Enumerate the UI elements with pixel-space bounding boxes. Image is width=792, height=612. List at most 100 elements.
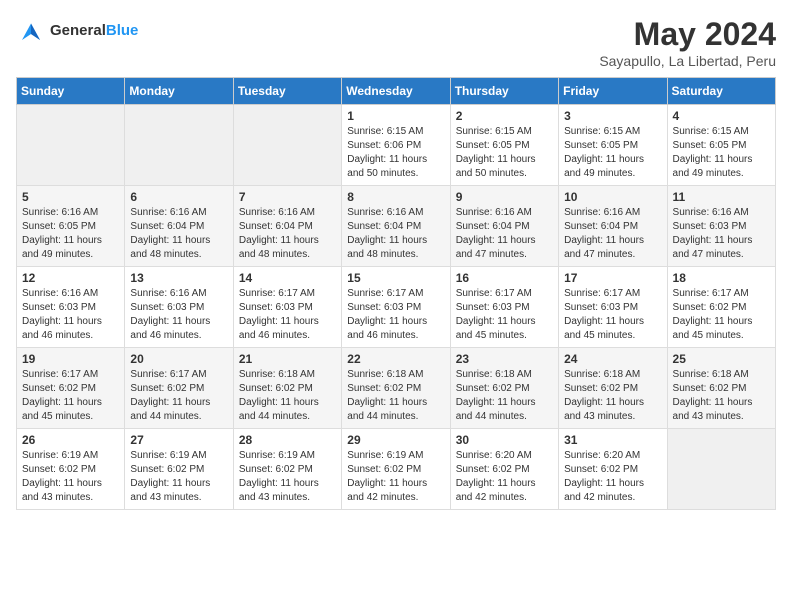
day-info: Sunrise: 6:15 AM Sunset: 6:05 PM Dayligh… <box>564 125 661 181</box>
weekday-header: Monday <box>125 78 233 105</box>
day-number: 6 <box>130 190 227 204</box>
day-info: Sunrise: 6:17 AM Sunset: 6:03 PM Dayligh… <box>564 287 661 343</box>
day-number: 12 <box>22 271 119 285</box>
calendar-cell: 12 Sunrise: 6:16 AM Sunset: 6:03 PM Dayli… <box>17 267 125 348</box>
day-info: Sunrise: 6:20 AM Sunset: 6:02 PM Dayligh… <box>564 449 661 505</box>
calendar-cell <box>233 105 341 186</box>
day-number: 21 <box>239 352 336 366</box>
day-info: Sunrise: 6:15 AM Sunset: 6:06 PM Dayligh… <box>347 125 444 181</box>
calendar-cell: 13 Sunrise: 6:16 AM Sunset: 6:03 PM Dayli… <box>125 267 233 348</box>
day-number: 16 <box>456 271 553 285</box>
logo: GeneralBlue <box>16 16 138 46</box>
calendar-cell: 2 Sunrise: 6:15 AM Sunset: 6:05 PM Daylig… <box>450 105 558 186</box>
day-number: 30 <box>456 433 553 447</box>
day-number: 28 <box>239 433 336 447</box>
calendar-cell: 30 Sunrise: 6:20 AM Sunset: 6:02 PM Dayli… <box>450 429 558 510</box>
day-info: Sunrise: 6:17 AM Sunset: 6:03 PM Dayligh… <box>239 287 336 343</box>
calendar-cell: 27 Sunrise: 6:19 AM Sunset: 6:02 PM Dayli… <box>125 429 233 510</box>
calendar-week-row: 26 Sunrise: 6:19 AM Sunset: 6:02 PM Dayli… <box>17 429 776 510</box>
calendar-cell: 25 Sunrise: 6:18 AM Sunset: 6:02 PM Dayli… <box>667 348 775 429</box>
day-number: 26 <box>22 433 119 447</box>
day-number: 23 <box>456 352 553 366</box>
day-info: Sunrise: 6:18 AM Sunset: 6:02 PM Dayligh… <box>564 368 661 424</box>
calendar-cell: 7Sunrise: 6:16 AM Sunset: 6:04 PM Daylig… <box>233 186 341 267</box>
day-info: Sunrise: 6:18 AM Sunset: 6:02 PM Dayligh… <box>456 368 553 424</box>
day-number: 29 <box>347 433 444 447</box>
calendar-week-row: 19 Sunrise: 6:17 AM Sunset: 6:02 PM Dayli… <box>17 348 776 429</box>
day-number: 17 <box>564 271 661 285</box>
title-block: May 2024 Sayapullo, La Libertad, Peru <box>599 16 776 69</box>
day-number: 24 <box>564 352 661 366</box>
day-info: Sunrise: 6:19 AM Sunset: 6:02 PM Dayligh… <box>239 449 336 505</box>
calendar-cell: 9Sunrise: 6:16 AM Sunset: 6:04 PM Daylig… <box>450 186 558 267</box>
day-info: Sunrise: 6:16 AM Sunset: 6:05 PM Dayligh… <box>22 206 119 262</box>
day-info: Sunrise: 6:18 AM Sunset: 6:02 PM Dayligh… <box>673 368 770 424</box>
day-info: Sunrise: 6:16 AM Sunset: 6:03 PM Dayligh… <box>130 287 227 343</box>
calendar-cell: 22Sunrise: 6:18 AM Sunset: 6:02 PM Dayli… <box>342 348 450 429</box>
calendar-cell: 5Sunrise: 6:16 AM Sunset: 6:05 PM Daylig… <box>17 186 125 267</box>
logo-icon <box>16 16 46 46</box>
weekday-header: Sunday <box>17 78 125 105</box>
day-info: Sunrise: 6:16 AM Sunset: 6:03 PM Dayligh… <box>22 287 119 343</box>
calendar-cell <box>125 105 233 186</box>
day-info: Sunrise: 6:17 AM Sunset: 6:03 PM Dayligh… <box>456 287 553 343</box>
calendar-cell: 18Sunrise: 6:17 AM Sunset: 6:02 PM Dayli… <box>667 267 775 348</box>
day-number: 8 <box>347 190 444 204</box>
day-info: Sunrise: 6:16 AM Sunset: 6:04 PM Dayligh… <box>239 206 336 262</box>
calendar-cell: 23 Sunrise: 6:18 AM Sunset: 6:02 PM Dayli… <box>450 348 558 429</box>
calendar-cell: 17 Sunrise: 6:17 AM Sunset: 6:03 PM Dayli… <box>559 267 667 348</box>
day-number: 4 <box>673 109 770 123</box>
day-number: 27 <box>130 433 227 447</box>
calendar-cell: 29Sunrise: 6:19 AM Sunset: 6:02 PM Dayli… <box>342 429 450 510</box>
day-info: Sunrise: 6:15 AM Sunset: 6:05 PM Dayligh… <box>456 125 553 181</box>
calendar-cell: 11Sunrise: 6:16 AM Sunset: 6:03 PM Dayli… <box>667 186 775 267</box>
day-info: Sunrise: 6:19 AM Sunset: 6:02 PM Dayligh… <box>22 449 119 505</box>
day-number: 2 <box>456 109 553 123</box>
logo-text: GeneralBlue <box>50 23 138 40</box>
day-number: 14 <box>239 271 336 285</box>
calendar-cell <box>667 429 775 510</box>
day-number: 31 <box>564 433 661 447</box>
weekday-header: Thursday <box>450 78 558 105</box>
calendar-week-row: 5Sunrise: 6:16 AM Sunset: 6:05 PM Daylig… <box>17 186 776 267</box>
calendar-week-row: 12 Sunrise: 6:16 AM Sunset: 6:03 PM Dayli… <box>17 267 776 348</box>
calendar-cell: 3Sunrise: 6:15 AM Sunset: 6:05 PM Daylig… <box>559 105 667 186</box>
calendar-cell: 28 Sunrise: 6:19 AM Sunset: 6:02 PM Dayli… <box>233 429 341 510</box>
calendar-cell: 14 Sunrise: 6:17 AM Sunset: 6:03 PM Dayli… <box>233 267 341 348</box>
calendar-cell: 10 Sunrise: 6:16 AM Sunset: 6:04 PM Dayli… <box>559 186 667 267</box>
calendar-cell: 21 Sunrise: 6:18 AM Sunset: 6:02 PM Dayli… <box>233 348 341 429</box>
day-info: Sunrise: 6:18 AM Sunset: 6:02 PM Dayligh… <box>239 368 336 424</box>
day-info: Sunrise: 6:17 AM Sunset: 6:03 PM Dayligh… <box>347 287 444 343</box>
day-number: 18 <box>673 271 770 285</box>
weekday-header: Saturday <box>667 78 775 105</box>
calendar-cell <box>17 105 125 186</box>
day-number: 1 <box>347 109 444 123</box>
weekday-header: Tuesday <box>233 78 341 105</box>
calendar-cell: 19 Sunrise: 6:17 AM Sunset: 6:02 PM Dayli… <box>17 348 125 429</box>
weekday-header: Wednesday <box>342 78 450 105</box>
calendar-table: SundayMondayTuesdayWednesdayThursdayFrid… <box>16 77 776 510</box>
day-info: Sunrise: 6:16 AM Sunset: 6:04 PM Dayligh… <box>564 206 661 262</box>
day-number: 19 <box>22 352 119 366</box>
day-info: Sunrise: 6:17 AM Sunset: 6:02 PM Dayligh… <box>130 368 227 424</box>
calendar-cell: 31 Sunrise: 6:20 AM Sunset: 6:02 PM Dayli… <box>559 429 667 510</box>
day-number: 11 <box>673 190 770 204</box>
calendar-cell: 4 Sunrise: 6:15 AM Sunset: 6:05 PM Daylig… <box>667 105 775 186</box>
day-number: 25 <box>673 352 770 366</box>
day-number: 10 <box>564 190 661 204</box>
day-info: Sunrise: 6:20 AM Sunset: 6:02 PM Dayligh… <box>456 449 553 505</box>
day-number: 13 <box>130 271 227 285</box>
calendar-cell: 16 Sunrise: 6:17 AM Sunset: 6:03 PM Dayli… <box>450 267 558 348</box>
day-info: Sunrise: 6:16 AM Sunset: 6:04 PM Dayligh… <box>456 206 553 262</box>
day-info: Sunrise: 6:16 AM Sunset: 6:04 PM Dayligh… <box>347 206 444 262</box>
calendar-cell: 1 Sunrise: 6:15 AM Sunset: 6:06 PM Daylig… <box>342 105 450 186</box>
calendar-cell: 8 Sunrise: 6:16 AM Sunset: 6:04 PM Daylig… <box>342 186 450 267</box>
day-info: Sunrise: 6:15 AM Sunset: 6:05 PM Dayligh… <box>673 125 770 181</box>
day-info: Sunrise: 6:17 AM Sunset: 6:02 PM Dayligh… <box>22 368 119 424</box>
day-info: Sunrise: 6:19 AM Sunset: 6:02 PM Dayligh… <box>130 449 227 505</box>
day-info: Sunrise: 6:16 AM Sunset: 6:04 PM Dayligh… <box>130 206 227 262</box>
day-info: Sunrise: 6:18 AM Sunset: 6:02 PM Dayligh… <box>347 368 444 424</box>
calendar-cell: 15Sunrise: 6:17 AM Sunset: 6:03 PM Dayli… <box>342 267 450 348</box>
calendar-header-row: SundayMondayTuesdayWednesdayThursdayFrid… <box>17 78 776 105</box>
calendar-cell: 6 Sunrise: 6:16 AM Sunset: 6:04 PM Daylig… <box>125 186 233 267</box>
